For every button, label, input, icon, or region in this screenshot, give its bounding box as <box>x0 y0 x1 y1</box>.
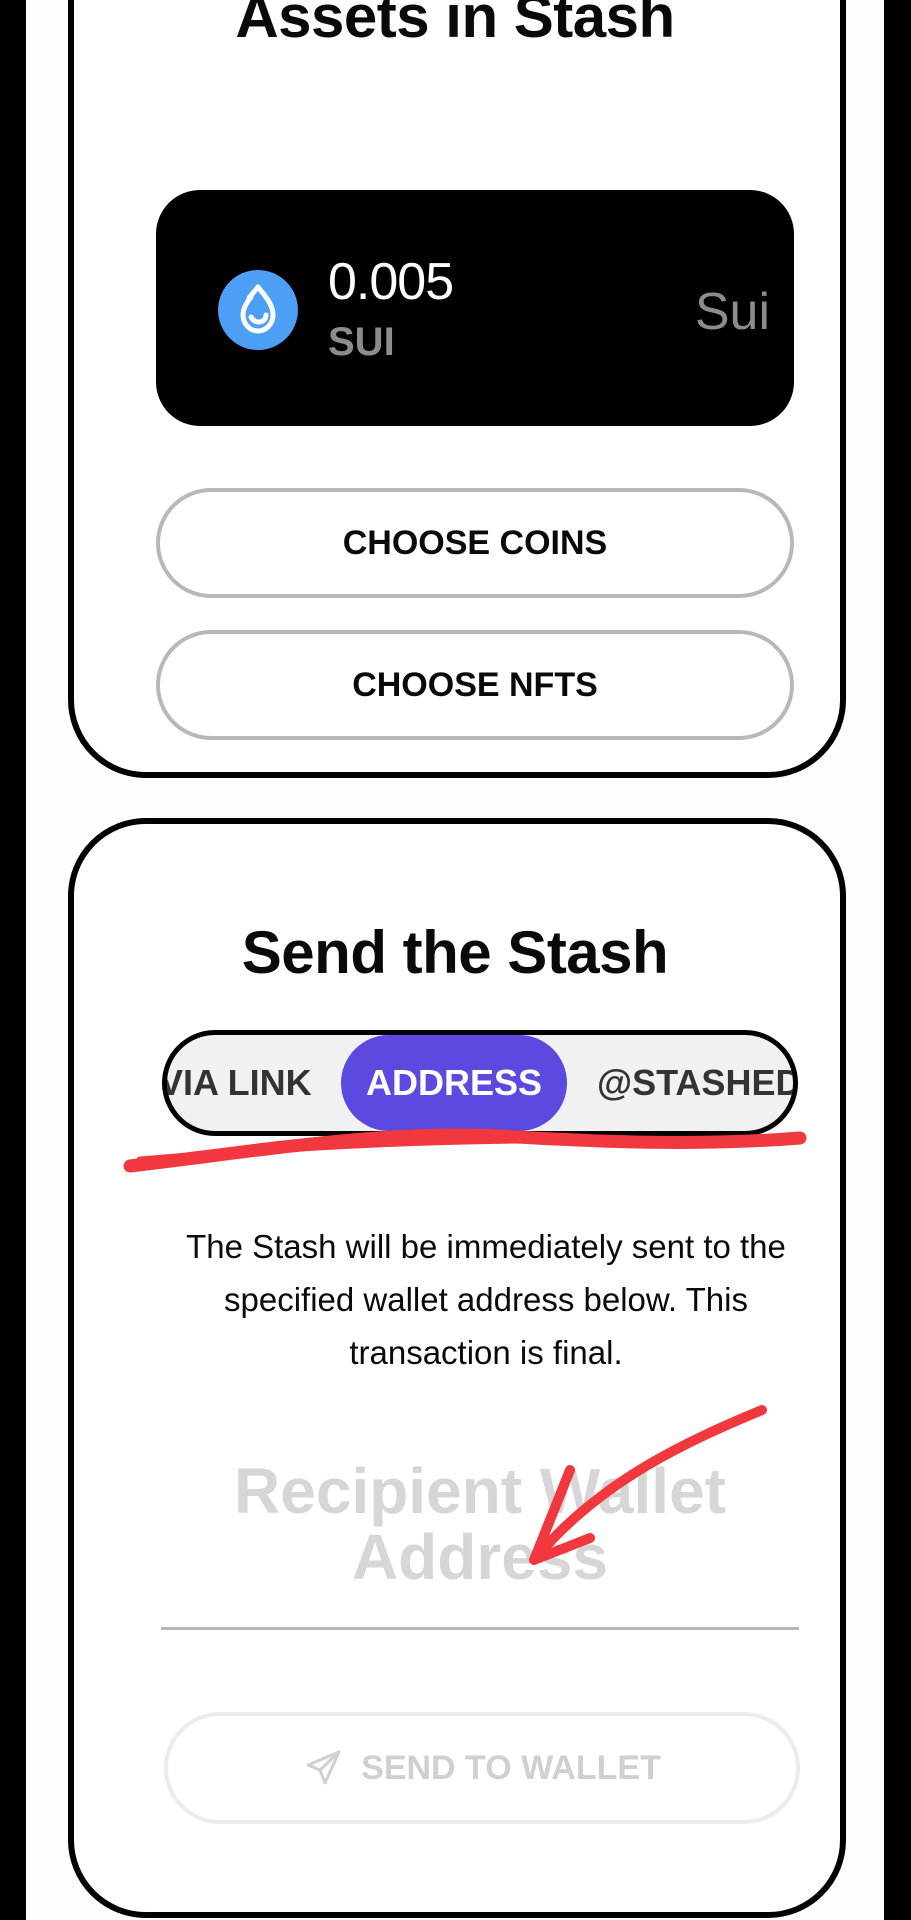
tab-via-link[interactable]: VIA LINK <box>167 1035 312 1131</box>
page: Assets in Stash 0.005 SUI Sui CHOOSE COI… <box>26 0 884 1920</box>
send-title: Send the Stash <box>241 919 669 986</box>
send-description: The Stash will be immediately sent to th… <box>186 1228 786 1371</box>
assets-title: Assets in Stash <box>235 0 675 50</box>
coin-tile-sui[interactable]: 0.005 SUI Sui <box>156 190 794 426</box>
tab-stashed[interactable]: @STASHED <box>597 1035 793 1131</box>
send-method-tabs: VIA LINK ADDRESS @STASHED <box>162 1030 798 1136</box>
coin-amount: 0.005 <box>328 253 454 311</box>
coin-symbol: SUI <box>328 320 395 364</box>
send-to-wallet-button[interactable]: SEND TO WALLET <box>164 1712 800 1824</box>
recipient-wallet-input[interactable] <box>161 1458 799 1630</box>
paper-plane-icon <box>306 1750 341 1785</box>
send-to-wallet-label: SEND TO WALLET <box>361 1748 661 1787</box>
sui-drop-icon <box>218 270 298 350</box>
choose-nfts-button[interactable]: CHOOSE NFTS <box>156 630 794 740</box>
choose-coins-button[interactable]: CHOOSE COINS <box>156 488 794 598</box>
tab-address[interactable]: ADDRESS <box>341 1035 567 1131</box>
coin-network: Sui <box>694 283 770 341</box>
